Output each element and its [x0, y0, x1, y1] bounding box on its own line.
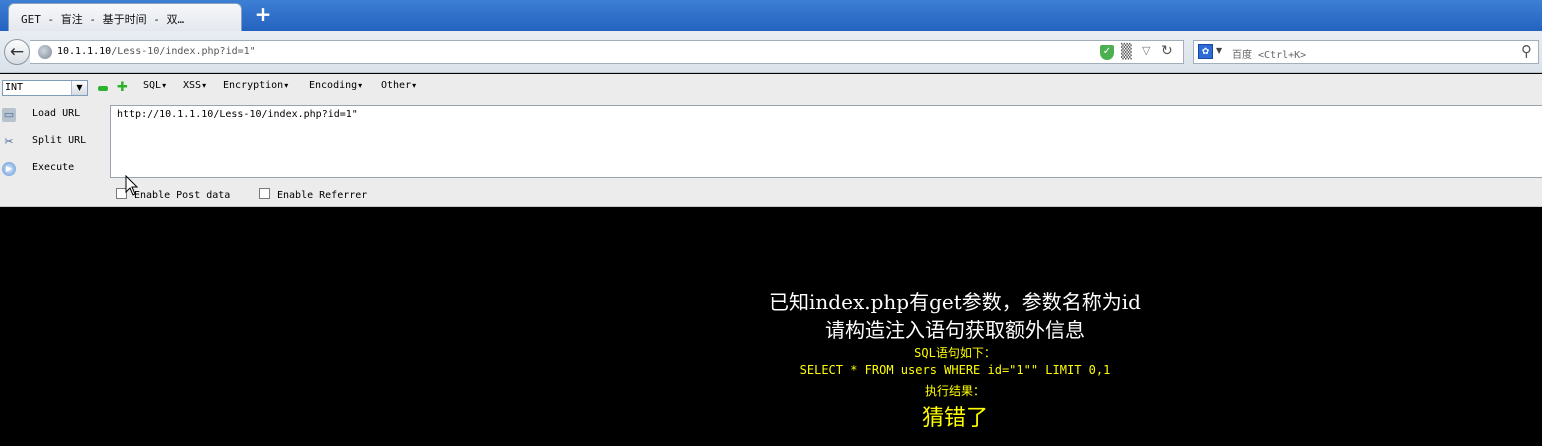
split-url-icon: ✂ — [4, 135, 14, 148]
enable-referrer-label: Enable Referrer — [277, 190, 368, 201]
load-url-icon: ▭ — [2, 108, 16, 122]
search-placeholder: <Ctrl+K> — [1258, 50, 1307, 61]
globe-icon — [38, 45, 52, 59]
search-bar[interactable]: ✿ ▼ 百度 <Ctrl+K> ⚲ — [1193, 40, 1539, 64]
hackbar-url-value: http://10.1.1.10/Less-10/index.php?id=1" — [117, 109, 358, 120]
type-select-value: INT — [5, 82, 24, 93]
type-select[interactable]: INT ▼ — [2, 80, 88, 96]
address-bar[interactable]: 10.1.1.10/Less-10/index.php?id=1" ✓ ▒ ▽ … — [30, 40, 1184, 64]
dropdown-icon[interactable]: ▽ — [1142, 44, 1150, 57]
shield-icon[interactable]: ✓ — [1100, 45, 1114, 60]
execute-button[interactable]: ▶ Execute — [0, 158, 100, 180]
page-intro-text: 已知index.php有get参数，参数名称为id — [769, 290, 1141, 314]
reload-icon[interactable]: ↻ — [1161, 43, 1173, 59]
baidu-paw-icon[interactable]: ✿ — [1198, 44, 1213, 59]
minus-icon[interactable] — [98, 86, 108, 91]
sql-label: SQL语句如下： — [914, 346, 996, 360]
menu-sql[interactable]: SQL — [143, 80, 166, 91]
back-button[interactable]: ← — [4, 39, 30, 65]
result-value: 猜错了 — [921, 406, 988, 431]
hackbar-panel: INT ▼ ✚ SQL XSS Encryption Encoding Othe… — [0, 74, 1542, 207]
hackbar-url-textarea[interactable]: http://10.1.1.10/Less-10/index.php?id=1" — [110, 105, 1542, 178]
engine-dropdown-icon[interactable]: ▼ — [1216, 46, 1222, 55]
menu-encryption[interactable]: Encryption — [223, 80, 288, 91]
browser-tab[interactable]: GET - 盲注 - 基于时间 - 双… — [8, 3, 242, 31]
plus-icon[interactable]: ✚ — [117, 80, 128, 95]
back-arrow-icon: ← — [9, 42, 25, 62]
checkbox-box[interactable] — [259, 188, 270, 199]
url-path: /Less-10/index.php?id=1" — [111, 46, 256, 57]
execute-label: Execute — [32, 162, 75, 173]
url-host: 10.1.1.10 — [57, 46, 112, 57]
load-url-button[interactable]: ▭ Load URL — [0, 104, 100, 126]
search-input[interactable]: 百度 <Ctrl+K> — [1232, 46, 1306, 61]
tab-title: GET - 盲注 - 基于时间 - 双… — [21, 13, 185, 26]
tab-bar: GET - 盲注 - 基于时间 - 双… + — [0, 0, 1542, 31]
enable-post-data-label: Enable Post data — [134, 190, 231, 201]
page-content: 已知index.php有get参数，参数名称为id 请构造注入语句获取额外信息 … — [0, 207, 1542, 446]
search-engine-name: 百度 — [1232, 50, 1252, 61]
menu-xss[interactable]: XSS — [183, 80, 206, 91]
menu-other[interactable]: Other — [381, 80, 416, 91]
address-text[interactable]: 10.1.1.10/Less-10/index.php?id=1" — [57, 46, 256, 57]
qr-code-icon[interactable]: ▒ — [1121, 44, 1137, 60]
chevron-down-icon[interactable]: ▼ — [71, 81, 87, 95]
load-url-label: Load URL — [32, 108, 81, 119]
navigation-bar: ← 10.1.1.10/Less-10/index.php?id=1" ✓ ▒ … — [0, 31, 1542, 73]
split-url-button[interactable]: ✂ Split URL — [0, 131, 100, 153]
mouse-cursor-icon — [125, 175, 139, 196]
sql-statement: SELECT * FROM users WHERE id="1"" LIMIT … — [799, 363, 1111, 377]
split-url-label: Split URL — [32, 135, 87, 146]
result-label: 执行结果： — [924, 384, 985, 398]
menu-encoding[interactable]: Encoding — [309, 80, 362, 91]
search-icon[interactable]: ⚲ — [1521, 42, 1532, 60]
execute-icon: ▶ — [2, 162, 16, 176]
enable-referrer-checkbox[interactable]: Enable Referrer — [259, 188, 367, 201]
new-tab-button[interactable]: + — [252, 2, 274, 26]
page-instruction-text: 请构造注入语句获取额外信息 — [825, 318, 1085, 342]
